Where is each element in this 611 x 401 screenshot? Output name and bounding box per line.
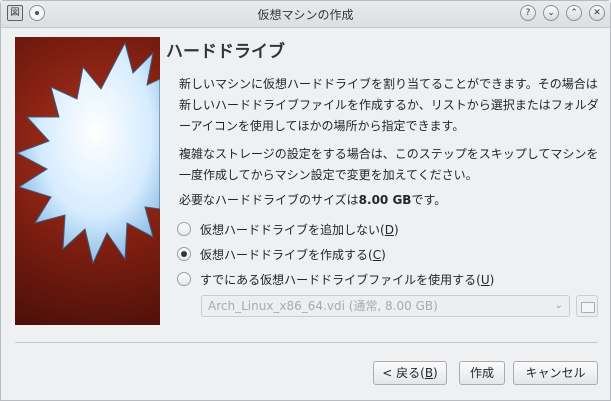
size-text-prefix: 必要なハードドライブのサイズは: [179, 193, 359, 207]
radio-button[interactable]: [177, 222, 191, 236]
option-label: 仮想ハードドライブを作成する(C): [200, 247, 386, 262]
dialog-window: 図 仮想マシンの作成 ? ⌄ ⌃ ✕ ハードドライブ 新しいマシンに仮想ハードド…: [0, 0, 611, 401]
option-existing-disk[interactable]: すでにある仮想ハードドライブファイルを使用する(U): [177, 270, 494, 288]
wizard-watermark-image: [15, 37, 160, 325]
description-paragraph-2: 複雑なストレージの設定をする場合は、このステップをスキップしてマシンを一度作成し…: [179, 147, 599, 182]
option-create-disk[interactable]: 仮想ハードドライブを作成する(C): [177, 245, 386, 263]
page-heading: ハードドライブ: [166, 42, 285, 62]
recommended-size-text: 必要なハードドライブのサイズは8.00 GBです。: [179, 190, 599, 211]
browse-folder-button[interactable]: [576, 295, 598, 317]
existing-disk-select[interactable]: Arch_Linux_x86_64.vdi (通常, 8.00 GB) ⌄: [201, 295, 570, 317]
cancel-button[interactable]: キャンセル: [513, 361, 598, 385]
option-label: 仮想ハードドライブを追加しない(D): [200, 222, 399, 237]
radio-button[interactable]: [177, 272, 191, 286]
size-text-suffix: です。: [411, 193, 447, 207]
help-button[interactable]: ?: [520, 5, 536, 21]
create-button[interactable]: 作成: [459, 361, 505, 385]
maximize-button[interactable]: ⌃: [566, 5, 582, 21]
chevron-down-icon: ⌄: [554, 300, 563, 311]
close-button[interactable]: ✕: [589, 5, 605, 21]
recommended-size-value: 8.00 GB: [358, 193, 412, 207]
description-paragraph-1: 新しいマシンに仮想ハードドライブを割り当てることができます。その場合は新しいハー…: [179, 77, 599, 133]
folder-icon: [581, 302, 595, 313]
option-label: すでにある仮想ハードドライブファイルを使用する(U): [200, 272, 495, 287]
back-button[interactable]: < 戻る(B): [373, 361, 447, 385]
button-divider: [15, 342, 598, 343]
select-value: Arch_Linux_x86_64.vdi (通常, 8.00 GB): [208, 299, 438, 313]
minimize-button[interactable]: ⌄: [543, 5, 559, 21]
title-bar: 図 仮想マシンの作成 ? ⌄ ⌃ ✕: [1, 1, 610, 28]
option-no-disk[interactable]: 仮想ハードドライブを追加しない(D): [177, 220, 399, 238]
starburst-icon: [15, 41, 160, 265]
window-title: 仮想マシンの作成: [257, 8, 354, 22]
radio-button-selected[interactable]: [177, 247, 191, 261]
